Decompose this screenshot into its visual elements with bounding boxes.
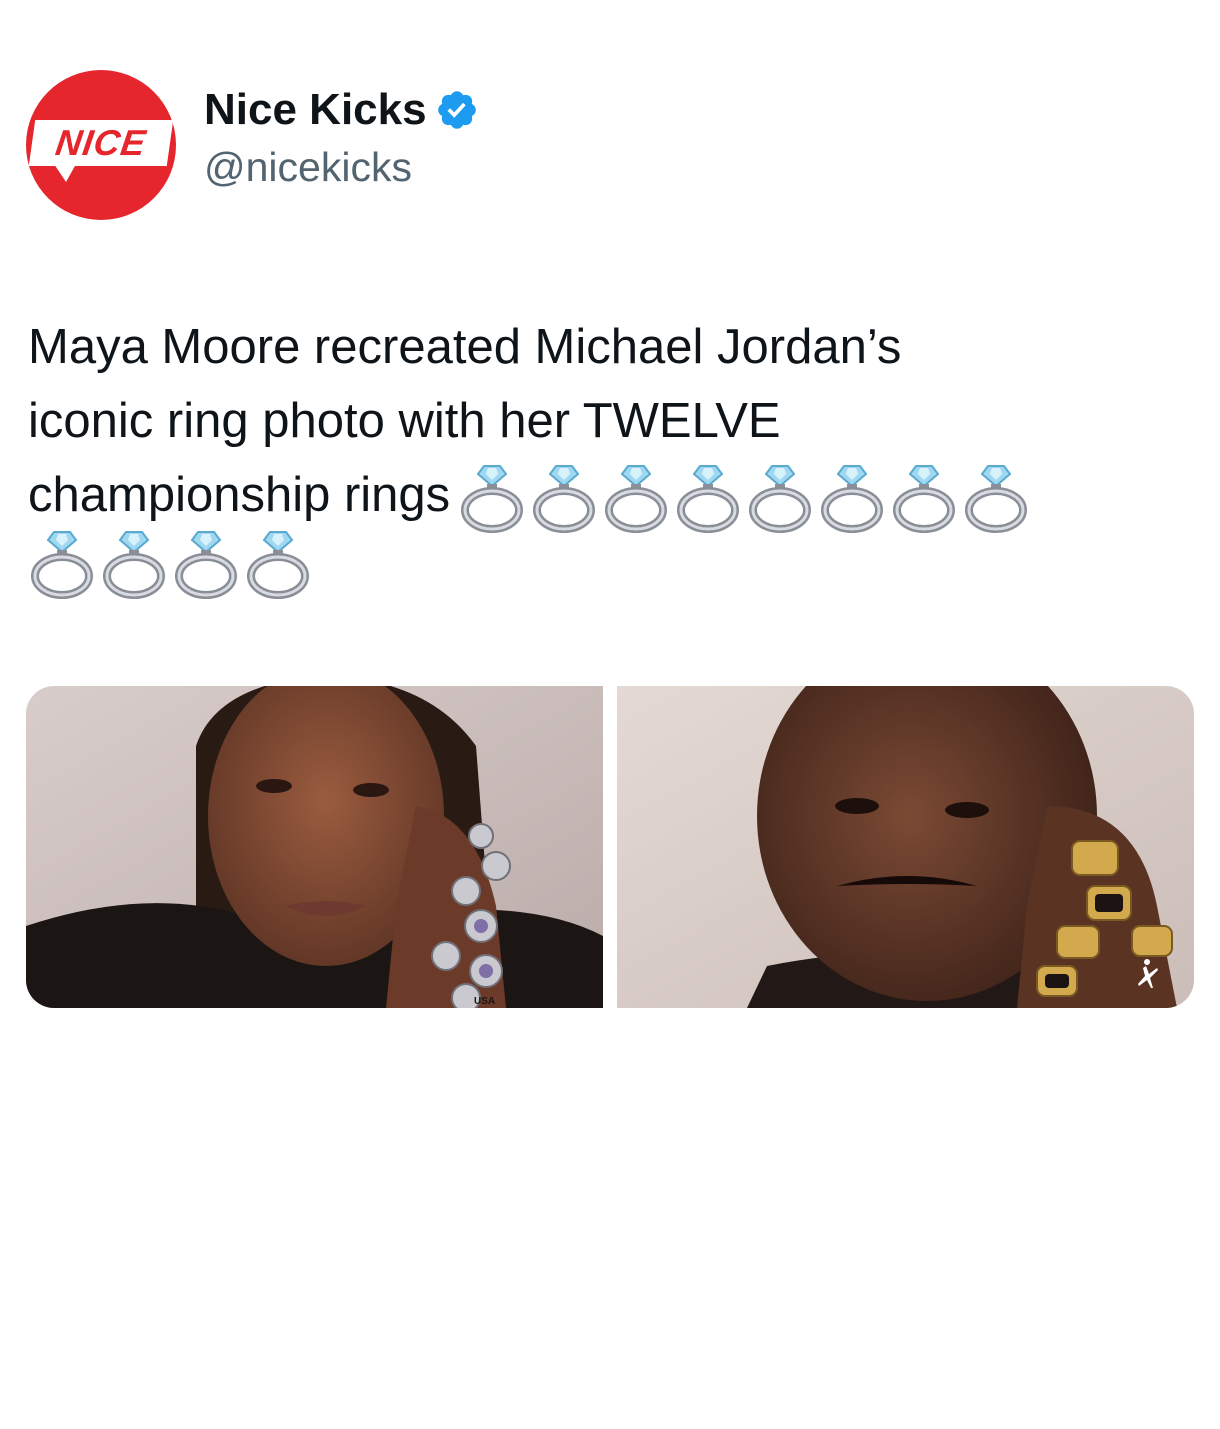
tweet-text-line-2: iconic ring photo with her TWELVE [28,394,781,448]
diamond-ring-icon [31,531,93,600]
diamond-ring-icon [247,531,309,600]
photo-maya-moore-image: USA [26,686,603,1008]
diamond-ring-icon [103,531,165,600]
usa-ring-text: USA [474,996,495,1007]
diamond-ring-icon [893,465,956,534]
diamond-ring-icon [605,465,668,534]
ring-emoji-row-2 [28,528,1198,600]
handle[interactable]: @nicekicks [204,140,479,194]
diamond-ring-icon [965,465,1028,534]
avatar-logo: NICE [28,120,174,166]
display-name[interactable]: Nice Kicks [204,82,427,138]
tweet-text: Maya Moore recreated Michael Jordan’s ic… [28,310,1198,600]
tweet-media[interactable]: USA [26,686,1194,1008]
avatar-logo-text: NICE [53,122,149,163]
photo-michael-jordan-image [617,686,1194,1008]
photo-michael-jordan[interactable] [617,686,1194,1008]
diamond-ring-icon [749,465,812,534]
name-row: Nice Kicks [204,82,479,138]
tweet-header: NICE Nice Kicks @nicekicks [26,70,479,220]
ring-emoji-row [458,462,1030,534]
diamond-ring-icon [461,465,524,534]
speech-tail-icon [54,164,76,182]
tweet-text-line-3: championship rings [28,458,1198,534]
diamond-ring-icon [533,465,596,534]
diamond-ring-icon [677,465,740,534]
photo-maya-moore[interactable]: USA [26,686,603,1008]
user-block: Nice Kicks @nicekicks [204,82,479,194]
diamond-ring-icon [175,531,237,600]
tweet-text-line-3-words: championship rings [28,468,451,522]
verified-badge-icon [437,91,476,129]
tweet-text-line-1: Maya Moore recreated Michael Jordan’s [28,320,902,374]
diamond-ring-icon [821,465,884,534]
avatar[interactable]: NICE [26,70,176,220]
